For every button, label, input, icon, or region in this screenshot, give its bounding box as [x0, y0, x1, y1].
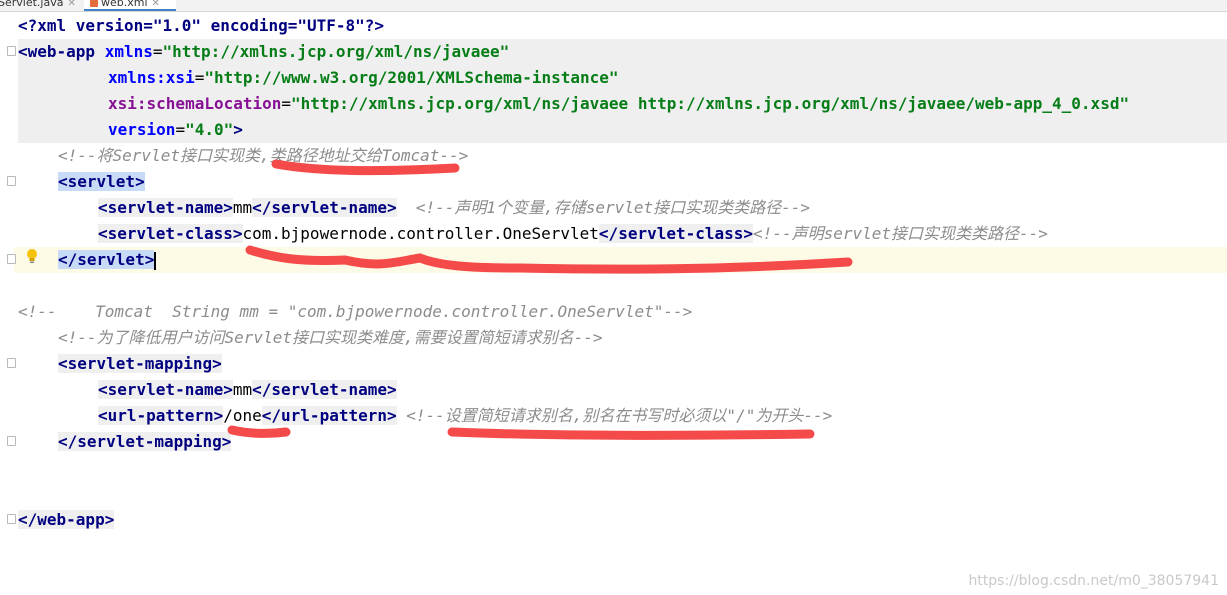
xml-comment: <!--为了降低用户访问Servlet接口实现类难度,需要设置简短请求别名-->: [58, 328, 603, 347]
attr-name: xmlns: [104, 42, 153, 61]
servlet-name-open-tag: <servlet-name>: [98, 198, 233, 217]
servlet-close-tag: </servlet>: [58, 250, 155, 269]
editor-tab-bar: Servlet.java ✕ web.xml ✕: [0, 0, 1227, 12]
close-icon[interactable]: ✕: [67, 0, 75, 9]
code-line-20: </web-app>: [18, 507, 115, 533]
attr-value: "http://xmlns.jcp.org/xml/ns/javaee http…: [291, 94, 1130, 113]
attr-value: "http://www.w3.org/2001/XMLSchema-instan…: [204, 68, 619, 87]
url-pattern-value: /one: [223, 406, 262, 425]
code-line-1: <?xml version="1.0" encoding="UTF-8"?>: [18, 13, 384, 39]
code-line-13: <!--为了降低用户访问Servlet接口实现类难度,需要设置简短请求别名-->: [58, 325, 603, 351]
code-line-8: <servlet-name>mm</servlet-name> <!--声明1个…: [98, 195, 810, 221]
tab-web-xml[interactable]: web.xml ✕: [84, 0, 176, 11]
fold-marker-icon[interactable]: [7, 176, 16, 186]
code-line-12: <!-- Tomcat String mm = "com.bjpowernode…: [18, 299, 692, 325]
watermark: https://blog.csdn.net/m0_38057941: [968, 573, 1219, 589]
code-line-9: <servlet-class>com.bjpowernode.controlle…: [98, 221, 1048, 247]
tab-label: Servlet.java: [0, 0, 64, 9]
code-line-2: <web-app xmlns="http://xmlns.jcp.org/xml…: [18, 42, 510, 61]
xml-comment: <!--设置简短请求别名,别名在书写时必须以"/"为开头-->: [406, 406, 833, 425]
code-line-15: <servlet-name>mm</servlet-name>: [98, 377, 397, 403]
url-pattern-open-tag: <url-pattern>: [98, 406, 224, 425]
servlet-class-value: com.bjpowernode.controller.OneServlet: [242, 224, 599, 243]
attr-name: xmlns:xsi: [108, 68, 195, 87]
servlet-name-close-tag: </servlet-name>: [252, 198, 397, 217]
text-caret: [154, 251, 157, 270]
xml-file-icon: [90, 0, 98, 7]
xml-declaration: <?xml version="1.0" encoding="UTF-8"?>: [18, 16, 385, 35]
xml-comment: <!-- Tomcat String mm = "com.bjpowernode…: [18, 302, 693, 321]
attr-value: "http://xmlns.jcp.org/xml/ns/javaee": [162, 42, 510, 61]
fold-marker-icon[interactable]: [7, 358, 16, 368]
fold-marker-icon[interactable]: [7, 254, 16, 264]
servlet-name-open-tag: <servlet-name>: [98, 380, 233, 399]
editor-gutter: [0, 13, 14, 595]
close-icon[interactable]: ✕: [152, 0, 160, 9]
fold-marker-icon[interactable]: [7, 436, 16, 446]
tab-label: web.xml: [101, 0, 148, 9]
servlet-name-value: mm: [232, 380, 253, 399]
fold-marker-icon[interactable]: [7, 514, 16, 524]
code-editor[interactable]: <?xml version="1.0" encoding="UTF-8"?> <…: [18, 13, 1227, 595]
servlet-class-close-tag: </servlet-class>: [598, 224, 754, 243]
code-line-6: <!--将Servlet接口实现类,类路径地址交给Tomcat-->: [58, 143, 468, 169]
fold-marker-icon[interactable]: [7, 46, 16, 56]
xml-comment: <!--声明1个变量,存储servlet接口实现类类路径-->: [415, 198, 811, 217]
servlet-class-open-tag: <servlet-class>: [98, 224, 243, 243]
attr-value: "4.0": [185, 120, 234, 139]
code-line-7: <servlet>: [58, 169, 145, 195]
code-line-3: xmlns:xsi="http://www.w3.org/2001/XMLSch…: [108, 68, 619, 87]
attr-name: xsi:schemaLocation: [108, 94, 282, 113]
web-app-close-tag: </web-app>: [18, 510, 115, 529]
servlet-name-close-tag: </servlet-name>: [252, 380, 397, 399]
servlet-open-tag: <servlet>: [58, 172, 145, 191]
attr-name: version: [108, 120, 176, 139]
servlet-mapping-open-tag: <servlet-mapping>: [58, 354, 222, 373]
code-line-14: <servlet-mapping>: [58, 351, 222, 377]
code-line-16: <url-pattern>/one</url-pattern> <!--设置简短…: [98, 403, 832, 429]
code-line-4: xsi:schemaLocation="http://xmlns.jcp.org…: [108, 94, 1130, 113]
url-pattern-close-tag: </url-pattern>: [261, 406, 397, 425]
servlet-mapping-close-tag: </servlet-mapping>: [58, 432, 232, 451]
xml-comment: <!--将Servlet接口实现类,类路径地址交给Tomcat-->: [58, 146, 469, 165]
code-line-17: </servlet-mapping>: [58, 429, 232, 455]
code-line-10: </servlet>: [58, 247, 157, 273]
code-line-5: version="4.0">: [108, 120, 243, 139]
servlet-name-value: mm: [232, 198, 253, 217]
xml-comment: <!--声明servlet接口实现类类路径-->: [753, 224, 1048, 243]
web-app-open-tag: <web-app: [18, 42, 96, 61]
tab-servlet-java[interactable]: Servlet.java ✕: [0, 0, 80, 11]
